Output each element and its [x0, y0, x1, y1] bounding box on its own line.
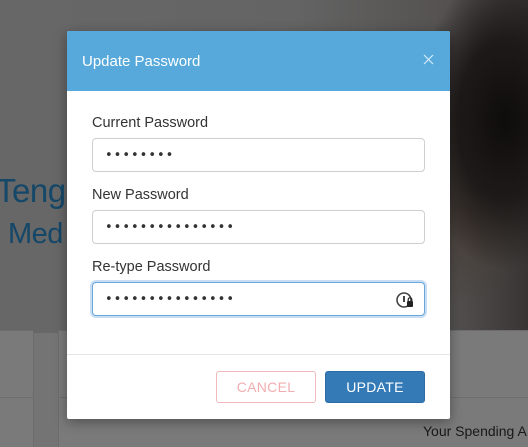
update-button[interactable]: UPDATE — [325, 371, 425, 403]
retype-password-input[interactable] — [92, 282, 425, 316]
password-manager-key-icon[interactable] — [395, 290, 415, 310]
close-button[interactable] — [420, 51, 436, 67]
current-password-group: Current Password — [92, 115, 425, 172]
modal-header: Update Password — [67, 31, 450, 91]
retype-password-label: Re-type Password — [92, 259, 211, 275]
footer-divider — [67, 354, 450, 355]
retype-password-group: Re-type Password — [92, 259, 425, 316]
close-icon — [423, 54, 433, 64]
modal-body: Current Password New Password Re-type Pa… — [67, 115, 450, 316]
new-password-group: New Password — [92, 187, 425, 244]
update-password-dialog: Update Password Current Password New Pas… — [67, 31, 450, 419]
current-password-label: Current Password — [92, 115, 209, 131]
new-password-input[interactable] — [92, 210, 425, 244]
cancel-button[interactable]: CANCEL — [216, 371, 316, 403]
modal-title: Update Password — [82, 53, 201, 70]
new-password-label: New Password — [92, 187, 189, 203]
current-password-input[interactable] — [92, 138, 425, 172]
